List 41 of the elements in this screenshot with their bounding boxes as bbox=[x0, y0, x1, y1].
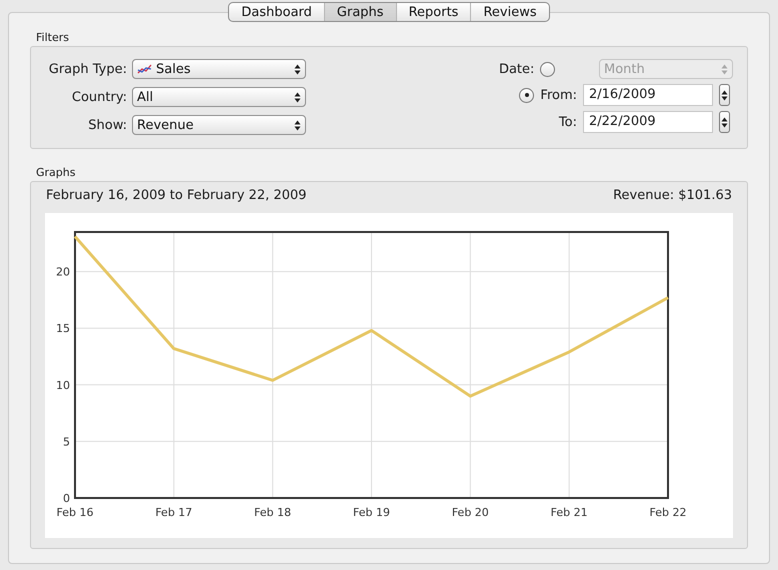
field-label: Graph Type: bbox=[48, 62, 127, 76]
dropdown-arrows-icon bbox=[294, 92, 301, 102]
dropdown-arrows-icon bbox=[721, 90, 728, 100]
y-tick-label: 15 bbox=[56, 322, 70, 336]
x-tick-label: Feb 22 bbox=[650, 506, 686, 519]
stepper-icon[interactable] bbox=[719, 84, 730, 106]
field-label: To: bbox=[558, 114, 577, 130]
popup-button[interactable]: Revenue bbox=[132, 115, 306, 135]
tab[interactable]: Reports bbox=[396, 3, 470, 21]
stepper-icon[interactable] bbox=[719, 111, 730, 133]
dropdown-arrows-icon bbox=[721, 64, 728, 74]
x-tick-label: Feb 17 bbox=[155, 506, 192, 519]
tab[interactable]: Reviews bbox=[470, 3, 549, 21]
group-label: Filters bbox=[36, 31, 70, 44]
y-tick-label: 20 bbox=[56, 266, 70, 279]
tab[interactable]: Dashboard bbox=[229, 3, 324, 21]
x-tick-label: Feb 20 bbox=[452, 506, 489, 519]
tab[interactable]: Graphs bbox=[324, 3, 396, 21]
x-tick-label: Feb 19 bbox=[353, 506, 390, 519]
popup-button[interactable]: All bbox=[132, 87, 306, 107]
y-tick-label: 0 bbox=[63, 492, 70, 505]
date-range-text: February 16, 2009 to February 22, 2009 bbox=[46, 188, 307, 203]
y-tick-label: 5 bbox=[63, 435, 70, 448]
dropdown-arrows-icon bbox=[294, 120, 301, 130]
y-tick-label: 10 bbox=[56, 378, 70, 392]
dropdown-arrows-icon bbox=[721, 116, 728, 128]
group-label: Graphs bbox=[36, 166, 76, 179]
x-tick-label: Feb 21 bbox=[550, 506, 588, 519]
field-label: From: bbox=[540, 88, 577, 102]
dropdown-arrows-icon bbox=[294, 64, 301, 74]
date-field[interactable]: 2/16/2009 bbox=[583, 84, 713, 106]
field-label: Show: bbox=[87, 118, 127, 132]
field-label: Date: bbox=[498, 62, 534, 76]
x-tick-label: Feb 18 bbox=[254, 506, 292, 519]
radio-button[interactable] bbox=[519, 88, 534, 102]
field-label: Country: bbox=[70, 90, 127, 104]
date-field[interactable]: 2/22/2009 bbox=[583, 111, 713, 133]
x-tick-label: Feb 16 bbox=[56, 506, 94, 519]
revenue-total: Revenue: $101.63 bbox=[613, 188, 732, 203]
popup-button[interactable]: Sales bbox=[132, 59, 306, 79]
line-graph-icon bbox=[137, 64, 152, 74]
